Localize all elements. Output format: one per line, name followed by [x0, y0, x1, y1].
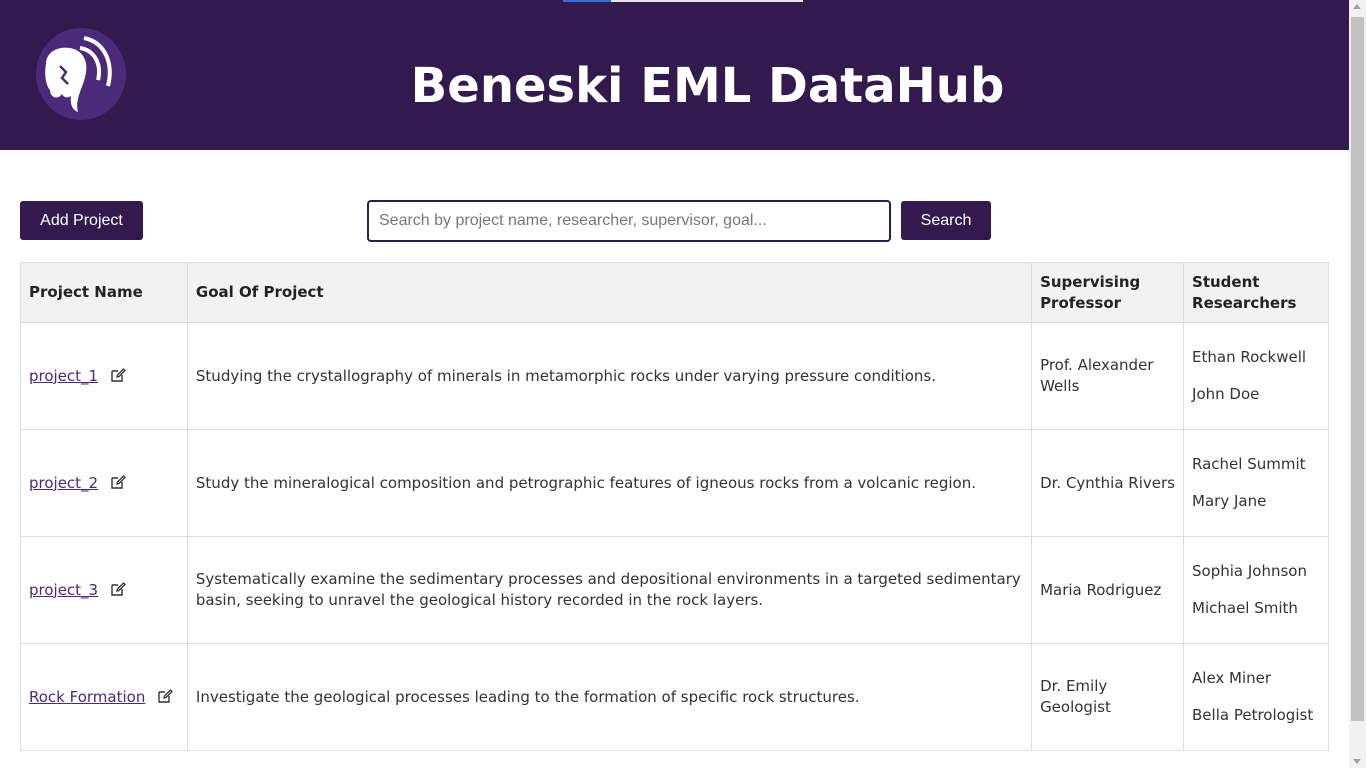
column-header-supervising-professor: Supervising Professor [1031, 262, 1185, 323]
students-cell: Ethan Rockwell John Doe [1183, 322, 1329, 430]
goal-cell: Studying the crystallography of minerals… [186, 322, 1033, 430]
students-cell: Alex Miner Bella Petrologist [1183, 643, 1329, 751]
student-name: Alex Miner [1192, 669, 1272, 687]
vertical-scrollbar[interactable] [1349, 0, 1366, 768]
edit-icon[interactable] [110, 581, 127, 597]
student-name: Sophia Johnson [1192, 562, 1307, 580]
student-name: Michael Smith [1192, 599, 1298, 617]
students-cell: Rachel Summit Mary Jane [1183, 429, 1329, 537]
project-name-cell: project_2 [20, 429, 188, 537]
professor-cell: Dr. Emily Geologist [1031, 643, 1185, 751]
edit-icon[interactable] [110, 367, 127, 383]
column-header-project-name: Project Name [20, 262, 188, 323]
goal-cell: Systematically examine the sedimentary p… [186, 536, 1033, 644]
project-name-cell: project_3 [20, 536, 188, 644]
column-header-student-researchers: Student Researchers [1183, 262, 1329, 323]
student-name: Ethan Rockwell [1192, 348, 1307, 366]
scrollbar-thumb[interactable] [1351, 17, 1364, 721]
scroll-down-icon[interactable] [1353, 759, 1361, 764]
project-name-cell: Rock Formation [20, 643, 188, 751]
table-row: project_1 Studying the crystallography o… [20, 322, 1329, 430]
professor-cell: Dr. Cynthia Rivers [1031, 429, 1185, 537]
project-link[interactable]: project_2 [29, 474, 98, 492]
project-link[interactable]: project_1 [29, 367, 98, 385]
student-name: John Doe [1192, 385, 1260, 403]
page-loading-bar [563, 0, 803, 2]
projects-table: Project Name Goal Of Project Supervising… [20, 262, 1329, 751]
edit-icon[interactable] [110, 474, 127, 490]
professor-cell: Maria Rodriguez [1031, 536, 1185, 644]
goal-cell: Investigate the geological processes lea… [186, 643, 1033, 751]
students-cell: Sophia Johnson Michael Smith [1183, 536, 1329, 644]
site-header: Beneski EML DataHub [0, 0, 1349, 150]
project-name-cell: project_1 [20, 322, 188, 430]
table-row: Rock Formation Investigate the geologica… [20, 643, 1329, 751]
table-header-row: Project Name Goal Of Project Supervising… [20, 262, 1329, 323]
column-header-goal: Goal Of Project [186, 262, 1033, 323]
professor-cell: Prof. Alexander Wells [1031, 322, 1185, 430]
edit-icon[interactable] [157, 688, 174, 704]
student-name: Mary Jane [1192, 492, 1267, 510]
project-link[interactable]: Rock Formation [29, 688, 145, 706]
student-name: Rachel Summit [1192, 455, 1306, 473]
search-input[interactable] [367, 200, 891, 242]
table-row: project_3 Systematically examine the sed… [20, 536, 1329, 644]
student-name: Bella Petrologist [1192, 706, 1314, 724]
project-link[interactable]: project_3 [29, 581, 98, 599]
goal-cell: Study the mineralogical composition and … [186, 429, 1033, 537]
add-project-button[interactable]: Add Project [20, 201, 143, 240]
table-row: project_2 Study the mineralogical compos… [20, 429, 1329, 537]
page-loading-bar-fill [563, 0, 611, 2]
scroll-up-icon[interactable] [1353, 4, 1361, 9]
page-title: Beneski EML DataHub [410, 58, 1005, 114]
search-button[interactable]: Search [901, 201, 991, 240]
